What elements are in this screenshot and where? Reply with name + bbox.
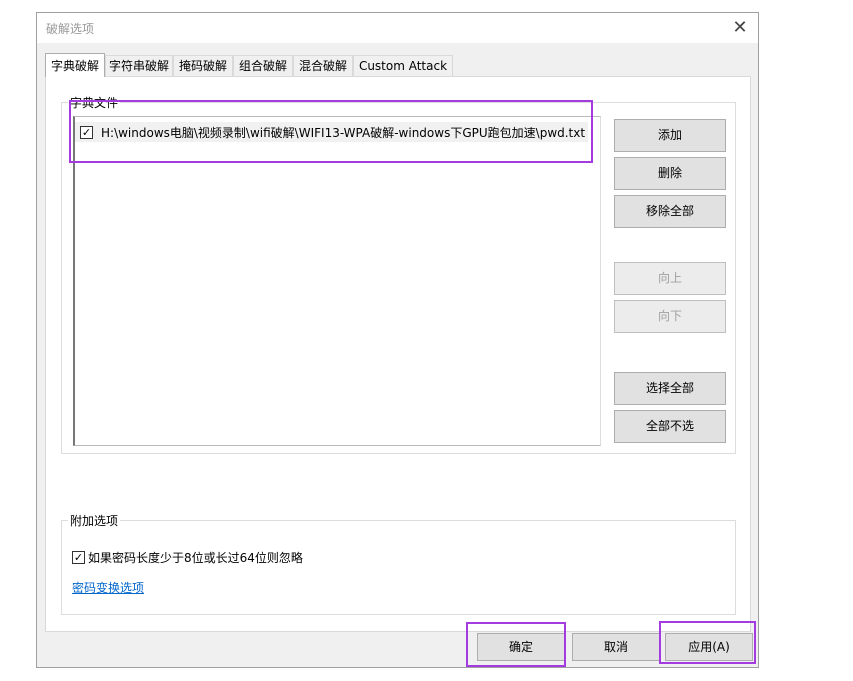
tab-mask-attack[interactable]: 掩码破解 [173, 55, 233, 76]
select-all-button[interactable]: 选择全部 [614, 372, 726, 405]
move-up-button[interactable]: 向上 [614, 262, 726, 295]
title-bar: 破解选项 ✕ [37, 13, 758, 43]
tab-dictionary-attack[interactable]: 字典破解 [45, 53, 105, 77]
ignore-length-checkbox[interactable]: ✓ [72, 551, 85, 564]
apply-button[interactable]: 应用(A) [665, 633, 753, 661]
cancel-button[interactable]: 取消 [572, 633, 660, 661]
additional-options-group: 附加选项 ✓ 如果密码长度少于8位或长过64位则忽略 密码变换选项 [61, 512, 736, 615]
dictionary-file-list[interactable]: ✓ H:\windows电脑\视频录制\wifi破解\WIFI13-WPA破解-… [73, 116, 601, 446]
password-transform-link[interactable]: 密码变换选项 [72, 579, 144, 596]
file-checkbox[interactable]: ✓ [80, 125, 93, 139]
select-none-button[interactable]: 全部不选 [614, 410, 726, 443]
close-icon[interactable]: ✕ [728, 16, 752, 40]
remove-all-button[interactable]: 移除全部 [614, 195, 726, 228]
dictionary-files-label: 字典文件 [68, 94, 121, 111]
tab-hybrid-attack[interactable]: 混合破解 [293, 55, 353, 76]
tab-string-attack[interactable]: 字符串破解 [105, 55, 173, 76]
tab-combination-attack[interactable]: 组合破解 [233, 55, 293, 76]
dictionary-files-group: 字典文件 ✓ H:\windows电脑\视频录制\wifi破解\WIFI13-W… [61, 94, 736, 454]
ok-button[interactable]: 确定 [477, 633, 565, 661]
tab-panel-dictionary: 字典文件 ✓ H:\windows电脑\视频录制\wifi破解\WIFI13-W… [45, 76, 751, 632]
move-down-button[interactable]: 向下 [614, 300, 726, 333]
tab-custom-attack[interactable]: Custom Attack [353, 55, 453, 76]
crack-options-dialog: 破解选项 ✕ 字典破解 字符串破解 掩码破解 组合破解 混合破解 Custom … [36, 12, 759, 668]
dialog-title: 破解选项 [46, 22, 95, 36]
ignore-length-label: 如果密码长度少于8位或长过64位则忽略 [88, 551, 303, 565]
file-path: H:\windows电脑\视频录制\wifi破解\WIFI13-WPA破解-wi… [101, 125, 586, 140]
additional-options-label: 附加选项 [68, 512, 121, 529]
add-button[interactable]: 添加 [614, 119, 726, 152]
ignore-length-option[interactable]: ✓ 如果密码长度少于8位或长过64位则忽略 [72, 549, 303, 566]
delete-button[interactable]: 删除 [614, 157, 726, 190]
list-item[interactable]: ✓ H:\windows电脑\视频录制\wifi破解\WIFI13-WPA破解-… [75, 122, 588, 142]
